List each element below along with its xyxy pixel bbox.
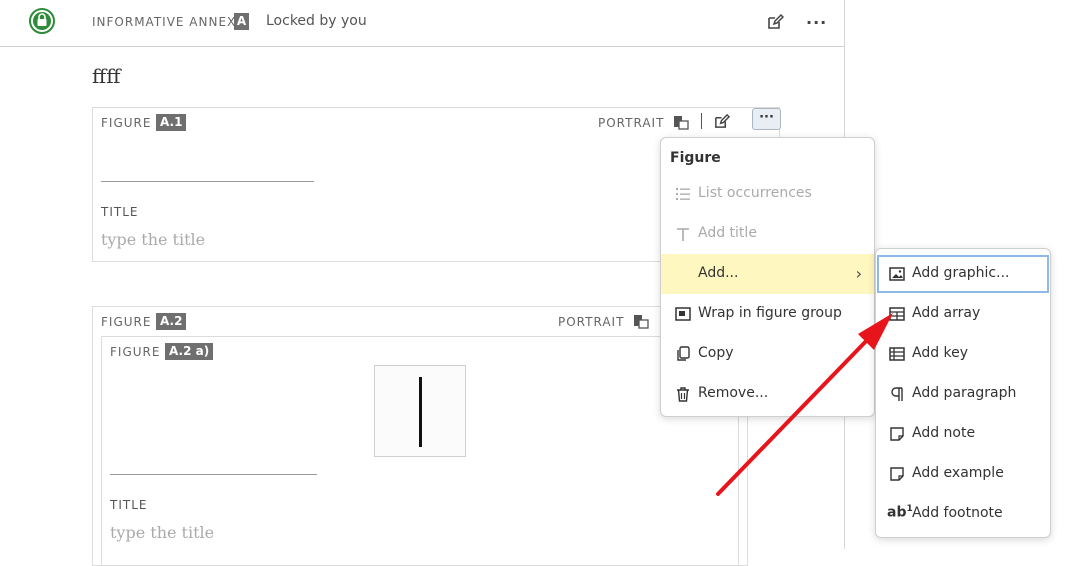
subfigure-label: FIGURE — [110, 345, 161, 359]
annex-badge: A — [234, 13, 249, 30]
section-heading[interactable]: ffff — [92, 64, 120, 88]
trash-icon — [675, 386, 691, 402]
edit-icon[interactable] — [766, 13, 785, 35]
title-input[interactable]: type the title — [110, 523, 214, 542]
menu-item-add-title[interactable]: Add title — [661, 214, 874, 254]
subfigure-graphic-line — [110, 474, 317, 475]
menu-item-add-key[interactable]: Add key — [876, 334, 1050, 374]
lock-status-text: Locked by you — [266, 13, 367, 29]
menu-item-label: Add... — [698, 265, 739, 281]
orientation-label: PORTRAIT — [558, 315, 625, 329]
text-icon — [675, 226, 691, 242]
example-icon — [889, 466, 905, 482]
menu-item-add-note[interactable]: Add note — [876, 414, 1050, 454]
menu-title: Figure — [670, 150, 721, 166]
orientation-label: PORTRAIT — [598, 116, 665, 130]
menu-item-label: Add example — [912, 465, 1004, 481]
add-submenu: Add graphic... Add array Add key Add par… — [875, 248, 1051, 538]
figure-more-button[interactable]: ··· — [752, 108, 781, 130]
orientation-toggle-icon[interactable] — [633, 314, 649, 334]
annex-header: INFORMATIVE ANNEX A Locked by you ··· — [0, 0, 844, 47]
figure-number-badge: A.1 — [156, 114, 187, 131]
figure-group-icon — [675, 306, 691, 322]
menu-item-label: Copy — [698, 345, 734, 361]
menu-item-label: Add array — [912, 305, 981, 321]
menu-item-remove[interactable]: Remove... — [661, 374, 874, 414]
pilcrow-icon — [889, 386, 905, 402]
menu-item-label: Wrap in figure group — [698, 305, 842, 321]
menu-item-list-occurrences[interactable]: List occurrences — [661, 174, 874, 214]
orientation-toggle-icon[interactable] — [673, 115, 689, 135]
menu-item-add-array[interactable]: Add array — [876, 294, 1050, 334]
menu-item-wrap-figure-group[interactable]: Wrap in figure group — [661, 294, 874, 334]
menu-item-add-example[interactable]: Add example — [876, 454, 1050, 494]
menu-item-add-paragraph[interactable]: Add paragraph — [876, 374, 1050, 414]
table-icon — [889, 306, 905, 322]
menu-item-label: Add note — [912, 425, 976, 441]
image-icon — [889, 266, 905, 282]
note-icon — [889, 426, 905, 442]
menu-item-label: Add footnote — [912, 505, 1003, 521]
annex-label: INFORMATIVE ANNEX — [92, 15, 237, 29]
subfigure-number-badge: A.2 a) — [165, 343, 214, 360]
toolbar-divider — [701, 113, 702, 129]
edit-figure-icon[interactable] — [713, 113, 731, 134]
menu-item-label: Add graphic... — [912, 265, 1010, 281]
menu-item-add-footnote[interactable]: ab1 Add footnote — [876, 494, 1050, 534]
menu-item-copy[interactable]: Copy — [661, 334, 874, 374]
title-label: TITLE — [110, 498, 148, 512]
figure-label: FIGURE — [101, 315, 152, 329]
title-label: TITLE — [101, 205, 139, 219]
key-table-icon — [889, 346, 905, 362]
more-options-icon[interactable]: ··· — [806, 13, 827, 32]
list-icon — [675, 186, 691, 202]
lock-icon[interactable] — [29, 8, 55, 34]
menu-item-label: Remove... — [698, 385, 769, 401]
chevron-right-icon: › — [855, 264, 862, 283]
figure-label: FIGURE — [101, 116, 152, 130]
footnote-icon: ab1 — [887, 504, 913, 521]
figure-graphic-line — [101, 181, 314, 182]
figure-number-badge: A.2 — [156, 313, 187, 330]
menu-item-label: Add paragraph — [912, 385, 1017, 401]
title-input[interactable]: type the title — [101, 230, 205, 249]
copy-icon — [675, 346, 691, 362]
menu-item-label: List occurrences — [698, 185, 812, 201]
menu-item-label: Add key — [912, 345, 969, 361]
menu-item-add-graphic[interactable]: Add graphic... — [876, 254, 1050, 294]
menu-item-add[interactable]: Add... › — [661, 254, 874, 294]
figure-context-menu: Figure List occurrences Add title Add...… — [660, 137, 875, 417]
graphic-image[interactable] — [374, 365, 466, 457]
menu-item-label: Add title — [698, 225, 757, 241]
